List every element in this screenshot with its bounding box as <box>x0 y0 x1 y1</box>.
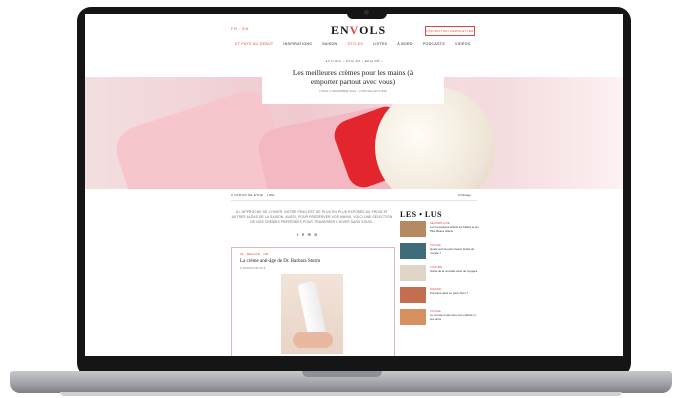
lid-notch <box>302 371 382 377</box>
sidebar-link[interactable]: Quels sont les plus beaux hôtels du mond… <box>430 247 480 255</box>
nav-item-podcasts[interactable]: PODCASTS <box>423 42 445 46</box>
hero-light-fade <box>485 77 623 189</box>
article-title: Les meilleures crèmes pour les mains (à … <box>292 68 414 86</box>
nav-item-videos[interactable]: VIDÉOS <box>455 42 470 46</box>
nav-item-styles[interactable]: STYLES <box>347 42 363 46</box>
sidebar-link[interactable]: Les Complexes Hôtels les Tables et les P… <box>430 225 480 233</box>
sidebar-link[interactable]: Sortie de la nouvelle série de voyages <box>430 269 480 274</box>
nav-item-inspirations[interactable]: INSPIRATIONS <box>283 42 312 46</box>
product-title[interactable]: La crème anti-âge de Dr. Barbara Sturm <box>240 259 320 264</box>
sidebar-item[interactable]: ÉVASION Pourquoi partir en plein hiver ? <box>400 287 480 305</box>
newsletter-button[interactable]: INSCRIPTION NEWSLETTER <box>425 26 475 36</box>
language-switcher[interactable]: FR · EN <box>231 26 249 31</box>
product-subtitle: À PARTIR DE 60 € <box>240 266 266 270</box>
laptop-shadow <box>60 392 622 396</box>
sidebar-item[interactable]: CULTURE Sortie de la nouvelle série de v… <box>400 265 480 283</box>
product-hand <box>293 332 333 348</box>
sidebar-item[interactable]: VOYAGE Quels sont les plus beaux hôtels … <box>400 243 480 261</box>
sidebar-thumbnail <box>400 221 426 237</box>
article-intro: À L'APPROCHE DE L'HIVER, NOTRE PEAU EST … <box>231 210 393 224</box>
sidebar-thumbnail <box>400 265 426 281</box>
sidebar-thumbnail <box>400 287 426 303</box>
author-line[interactable]: À PARTIR DE ETHE · LIRE <box>231 193 275 197</box>
sidebar-item[interactable]: SÉJOURS & CIE Les Complexes Hôtels les T… <box>400 221 480 239</box>
divider <box>231 200 477 201</box>
main-nav: ET PAYS AU DEBUT INSPIRATIONS SAISON STY… <box>235 42 470 46</box>
sidebar-link[interactable]: Le monde à vélo avec ses enfants et ses … <box>430 313 480 321</box>
nav-item-et-pays[interactable]: ET PAYS AU DEBUT <box>235 42 273 46</box>
share-count[interactable]: 0 Partage <box>458 193 471 197</box>
sidebar-item[interactable]: VOYAGE Le monde à vélo avec ses enfants … <box>400 309 480 327</box>
share-icons[interactable]: f ✕ ✉ ⊘ <box>297 232 319 237</box>
article-meta: LUNDI 2 DÉCEMBRE 2024 · 4 MIN DE LECTURE <box>319 89 387 93</box>
sidebar-thumbnail <box>400 243 426 259</box>
laptop-screen: FR · EN ENVOLS INSCRIPTION NEWSLETTER ET… <box>85 14 623 356</box>
site-logo[interactable]: ENVOLS <box>331 23 386 38</box>
product-tag: 01 · BEAUTÉ · DR <box>240 252 269 256</box>
nav-item-a-bord[interactable]: À BORD <box>397 42 413 46</box>
camera-icon <box>364 10 369 15</box>
nav-item-saison[interactable]: SAISON <box>322 42 337 46</box>
nav-item-listes[interactable]: LISTES <box>373 42 387 46</box>
sidebar-link[interactable]: Pourquoi partir en plein hiver ? <box>430 291 480 296</box>
sidebar-heading: LES • LUS <box>400 210 442 219</box>
sidebar-thumbnail <box>400 309 426 325</box>
site-header: FR · EN ENVOLS INSCRIPTION NEWSLETTER ET… <box>85 14 623 52</box>
